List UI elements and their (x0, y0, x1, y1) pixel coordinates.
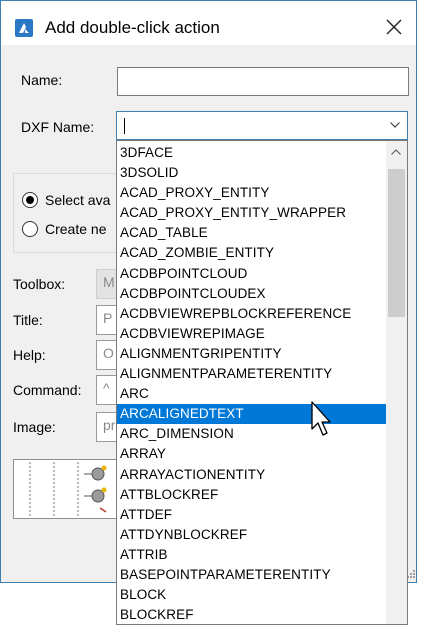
dropdown-item[interactable]: ATTRIB (117, 545, 387, 565)
source-group: Select ava Create ne (13, 173, 123, 253)
dropdown-item[interactable]: ACDBVIEWREPBLOCKREFERENCE (117, 304, 387, 324)
title-label: Title: (13, 312, 43, 328)
scroll-up-button[interactable] (386, 141, 407, 165)
dropdown-item[interactable]: ACDBPOINTCLOUD (117, 264, 387, 284)
mouse-pointer-icon (311, 401, 331, 436)
app-logo-icon (15, 19, 33, 37)
chevron-up-icon (391, 149, 401, 155)
close-button[interactable] (372, 9, 416, 45)
select-available-label[interactable]: Select ava (45, 192, 110, 208)
command-label: Command: (13, 382, 82, 398)
dropdown-item[interactable]: ARC (117, 384, 387, 404)
dxf-name-dropdown-list[interactable]: 3DFACE 3DSOLID ACAD_PROXY_ENTITY ACAD_PROXY… (116, 140, 408, 625)
scroll-thumb[interactable] (388, 169, 405, 317)
close-icon (386, 19, 402, 35)
dxf-name-label: DXF Name: (21, 119, 95, 135)
dropdown-item[interactable]: ALIGNMENTPARAMETERENTITY (117, 364, 387, 384)
help-label: Help: (13, 347, 46, 363)
block-preview-icon (29, 462, 107, 516)
name-input[interactable] (117, 67, 409, 96)
dropdown-item[interactable]: ACDBVIEWREPIMAGE (117, 324, 387, 344)
dropdown-items: 3DFACE 3DSOLID ACAD_PROXY_ENTITY ACAD_PROXY… (117, 143, 387, 624)
dropdown-scrollbar[interactable] (386, 141, 407, 624)
dropdown-item[interactable]: ARC_DIMENSION (117, 424, 387, 444)
dropdown-item[interactable]: ATTBLOCKREF (117, 485, 387, 505)
dropdown-item[interactable]: ARRAYACTIONENTITY (117, 465, 387, 485)
dropdown-item[interactable]: ACAD_ZOMBIE_ENTITY (117, 243, 387, 263)
chevron-down-icon (390, 122, 400, 128)
dropdown-item[interactable]: BLOCK (117, 585, 387, 605)
title-bar: Add double-click action (1, 1, 416, 45)
dropdown-item[interactable]: 3DFACE (117, 143, 387, 163)
name-label: Name: (21, 72, 63, 88)
radio-selected-dot (26, 196, 34, 204)
window-title: Add double-click action (45, 18, 220, 37)
dropdown-item[interactable]: ARRAY (117, 444, 387, 464)
dropdown-item[interactable]: ARCALIGNEDTEXT (117, 404, 387, 425)
dropdown-item[interactable]: ALIGNMENTGRIPENTITY (117, 344, 387, 364)
create-new-label[interactable]: Create ne (45, 221, 106, 237)
dropdown-item[interactable]: ACDBPOINTCLOUDEX (117, 284, 387, 304)
dropdown-item[interactable]: ATTDEF (117, 505, 387, 525)
text-caret (124, 118, 125, 134)
image-label: Image: (13, 419, 56, 435)
select-available-radio[interactable] (22, 192, 38, 208)
toolbox-label: Toolbox: (13, 276, 66, 292)
dropdown-item[interactable]: ACAD_TABLE (117, 223, 387, 243)
create-new-radio[interactable] (22, 221, 38, 237)
dropdown-toggle-button[interactable] (383, 112, 407, 139)
dropdown-item[interactable]: ACAD_PROXY_ENTITY_WRAPPER (117, 203, 387, 223)
dropdown-item[interactable]: BASEPOINTPARAMETERENTITY (117, 565, 387, 585)
dropdown-item[interactable]: ATTDYNBLOCKREF (117, 525, 387, 545)
dropdown-item[interactable]: BLOCKREF (117, 605, 387, 624)
dropdown-item[interactable]: 3DSOLID (117, 163, 387, 183)
image-preview (13, 459, 119, 519)
dropdown-item[interactable]: ACAD_PROXY_ENTITY (117, 183, 387, 203)
dxf-name-combobox[interactable] (116, 111, 408, 140)
